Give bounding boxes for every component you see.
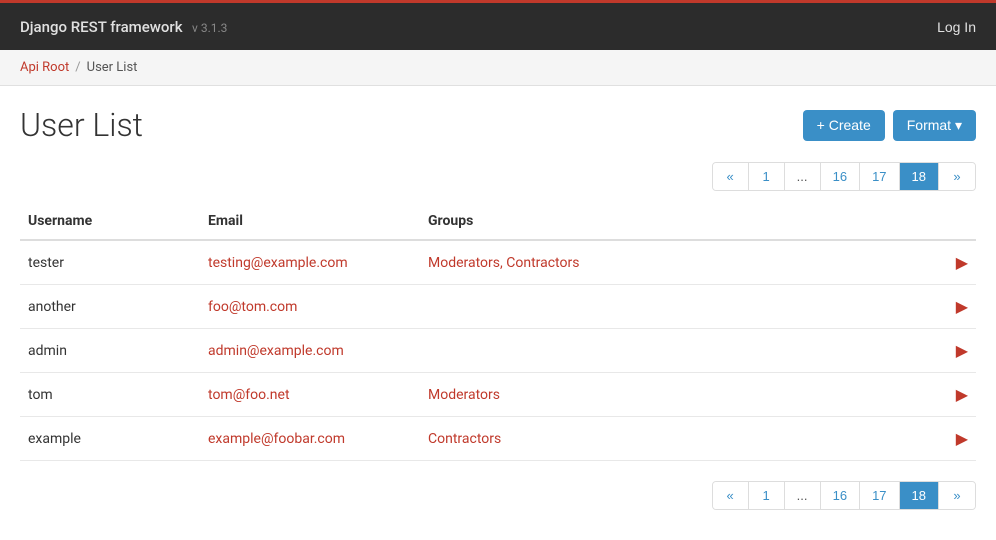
cell-email[interactable]: foo@tom.com [200, 285, 420, 329]
main-content: User List + Create Format ▾ « 1 ... 16 1… [0, 86, 996, 540]
col-header-username: Username [20, 203, 200, 240]
pagination-control: « 1 ... 16 17 18 » [712, 162, 976, 191]
email-link[interactable]: foo@tom.com [208, 299, 297, 315]
navbar-brand-group: Django REST framework v 3.1.3 [20, 18, 227, 36]
table-body: tester testing@example.com Moderators, Con… [20, 240, 976, 461]
bottom-page-last-button[interactable]: » [939, 482, 975, 509]
table-row: tom tom@foo.net Moderators ▶ [20, 373, 976, 417]
bottom-page-17-button[interactable]: 17 [860, 482, 899, 509]
page-1-button[interactable]: 1 [749, 163, 785, 190]
bottom-page-1-button[interactable]: 1 [749, 482, 785, 509]
bottom-pagination: « 1 ... 16 17 18 » [20, 481, 976, 510]
email-link[interactable]: admin@example.com [208, 343, 344, 359]
row-arrow-icon[interactable]: ▶ [934, 341, 968, 360]
row-arrow-icon[interactable]: ▶ [934, 429, 968, 448]
login-button[interactable]: Log In [937, 19, 976, 35]
cell-username: another [20, 285, 200, 329]
cell-groups: Contractors [420, 417, 926, 461]
table-row: tester testing@example.com Moderators, Con… [20, 240, 976, 285]
groups-link[interactable]: Moderators [428, 387, 500, 403]
page-dots: ... [785, 163, 821, 190]
bottom-page-18-button[interactable]: 18 [900, 482, 939, 509]
email-link[interactable]: example@foobar.com [208, 431, 345, 447]
groups-link[interactable]: Contractors [428, 431, 501, 447]
cell-action[interactable]: ▶ [926, 417, 976, 461]
breadcrumb-separator: / [75, 60, 80, 75]
page-first-button[interactable]: « [713, 163, 749, 190]
page-title: User List [20, 106, 143, 144]
navbar: Django REST framework v 3.1.3 Log In [0, 0, 996, 50]
navbar-version: v 3.1.3 [192, 21, 227, 35]
header-actions: + Create Format ▾ [803, 110, 976, 141]
bottom-page-dots: ... [785, 482, 821, 509]
navbar-brand: Django REST framework [20, 18, 183, 36]
format-button[interactable]: Format ▾ [893, 110, 976, 141]
cell-username: example [20, 417, 200, 461]
table-row: admin admin@example.com ▶ [20, 329, 976, 373]
cell-groups [420, 285, 926, 329]
top-pagination: « 1 ... 16 17 18 » [20, 162, 976, 191]
cell-email[interactable]: admin@example.com [200, 329, 420, 373]
email-link[interactable]: testing@example.com [208, 255, 348, 271]
table-header: Username Email Groups [20, 203, 976, 240]
col-header-action [926, 203, 976, 240]
breadcrumb-api-root-link[interactable]: Api Root [20, 60, 69, 75]
create-button[interactable]: + Create [803, 110, 885, 141]
bottom-page-16-button[interactable]: 16 [821, 482, 860, 509]
page-18-button[interactable]: 18 [900, 163, 939, 190]
cell-action[interactable]: ▶ [926, 373, 976, 417]
bottom-pagination-control: « 1 ... 16 17 18 » [712, 481, 976, 510]
table-header-row: Username Email Groups [20, 203, 976, 240]
breadcrumb: Api Root / User List [0, 50, 996, 86]
email-link[interactable]: tom@foo.net [208, 387, 290, 403]
user-table: Username Email Groups tester testing@exam… [20, 203, 976, 461]
cell-action[interactable]: ▶ [926, 285, 976, 329]
groups-link[interactable]: Moderators, Contractors [428, 255, 579, 271]
row-arrow-icon[interactable]: ▶ [934, 253, 968, 272]
cell-username: admin [20, 329, 200, 373]
cell-email[interactable]: example@foobar.com [200, 417, 420, 461]
table-row: example example@foobar.com Contractors ▶ [20, 417, 976, 461]
cell-action[interactable]: ▶ [926, 329, 976, 373]
cell-username: tester [20, 240, 200, 285]
cell-username: tom [20, 373, 200, 417]
cell-email[interactable]: testing@example.com [200, 240, 420, 285]
cell-email[interactable]: tom@foo.net [200, 373, 420, 417]
page-17-button[interactable]: 17 [860, 163, 899, 190]
cell-groups: Moderators [420, 373, 926, 417]
table-row: another foo@tom.com ▶ [20, 285, 976, 329]
page-header: User List + Create Format ▾ [20, 106, 976, 144]
page-last-button[interactable]: » [939, 163, 975, 190]
cell-groups [420, 329, 926, 373]
cell-groups: Moderators, Contractors [420, 240, 926, 285]
page-16-button[interactable]: 16 [821, 163, 860, 190]
breadcrumb-current: User List [87, 60, 138, 75]
cell-action[interactable]: ▶ [926, 240, 976, 285]
col-header-email: Email [200, 203, 420, 240]
row-arrow-icon[interactable]: ▶ [934, 385, 968, 404]
col-header-groups: Groups [420, 203, 926, 240]
row-arrow-icon[interactable]: ▶ [934, 297, 968, 316]
bottom-page-first-button[interactable]: « [713, 482, 749, 509]
